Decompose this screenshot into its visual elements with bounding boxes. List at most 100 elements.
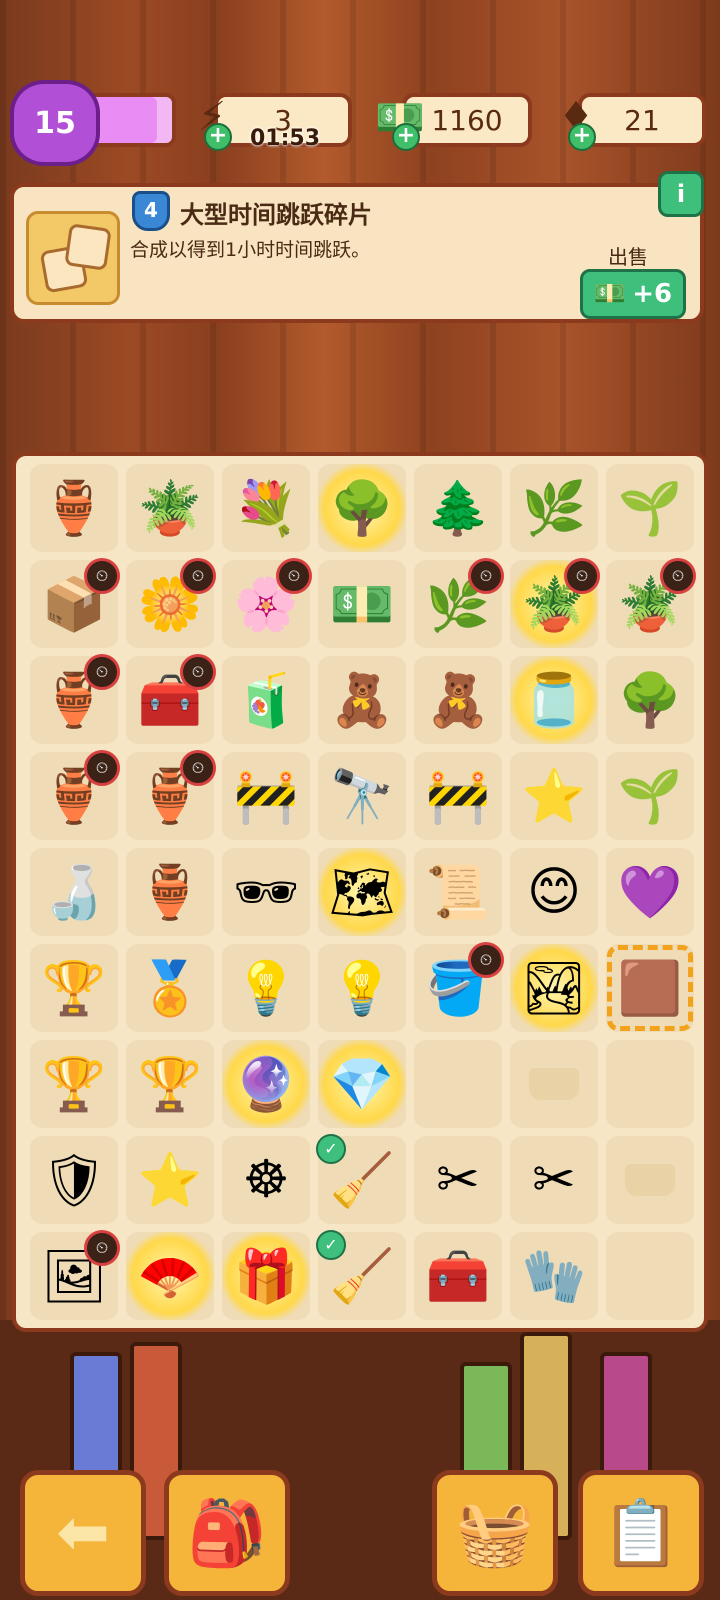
info-button[interactable]: i [658, 171, 704, 217]
board-cell-barrier[interactable]: 🚧 [414, 752, 502, 840]
board-cell-rake[interactable]: 🧹 ✓ [316, 1230, 406, 1320]
board-cell-ornate-vase[interactable]: 🏺 ⏲ [30, 654, 120, 744]
timer-badge-icon: ⏲ [468, 558, 504, 594]
board-cell-glowing-tree-orb[interactable]: 🌳 [318, 464, 406, 552]
cash-icon: 💵 [593, 279, 627, 309]
board-cell-tall-vase[interactable]: 🏺 [126, 848, 214, 936]
board-cell-planted-bush[interactable]: 🌿 ⏲ [414, 558, 504, 648]
board-cell-glowing-map[interactable]: 🗺 [318, 848, 406, 936]
board-cell-cash-pile[interactable]: 💵 [318, 560, 406, 648]
board-cell-sprout-large[interactable]: 🌿 [510, 464, 598, 552]
gem-counter[interactable]: ♦ + 21 [558, 93, 706, 151]
board-cell-star-trophy[interactable]: 🏆 [30, 944, 118, 1032]
checkmark-icon: ✓ [316, 1230, 346, 1260]
pruning-shears-icon: ✂ [436, 1150, 480, 1210]
board-cell-striped-vase[interactable]: 🏺 ⏲ [126, 750, 216, 840]
timer-badge-icon: ⏲ [180, 654, 216, 690]
purple-gem-icon: 💜 [617, 862, 683, 923]
board-cell-purple-gem[interactable]: 💜 [606, 848, 694, 936]
gloves-icon: 🧤 [521, 1246, 587, 1307]
board-cell-bonsai[interactable]: 🌲 [414, 464, 502, 552]
board-cell-broken-pot[interactable]: 🏺 [30, 464, 118, 552]
empty-cell[interactable] [510, 1040, 598, 1128]
board-cell-open-chest[interactable]: 🧰 ⏲ [126, 654, 216, 744]
board-cell-shield-trophy[interactable]: 🛡 [30, 1136, 118, 1224]
empty-cell[interactable] [606, 1232, 694, 1320]
timer-badge-icon: ⏲ [84, 654, 120, 690]
board-cell-glowing-box[interactable]: 🎁 [222, 1232, 310, 1320]
bulb-icon: 💡 [329, 958, 395, 1019]
board-cell-flower-basket[interactable]: 💐 [222, 464, 310, 552]
board-cell-juice-box[interactable]: 🧃 [222, 656, 310, 744]
item-description: 合成以得到1小时时间跳跃。 [130, 239, 371, 261]
crown-placeholder-icon [625, 1164, 675, 1196]
board-cell-bulb[interactable]: 💡 [318, 944, 406, 1032]
board-cell-time-shards[interactable]: 🟫 [606, 944, 694, 1032]
board-cell-glass-bottle[interactable]: 🍶 [30, 848, 118, 936]
board-cell-clay-pot[interactable]: 🪴 [126, 464, 214, 552]
star-award-icon: 🏆 [137, 1054, 203, 1115]
board-cell-pruning-shears[interactable]: ✂ [414, 1136, 502, 1224]
teddy-bear-icon: 🧸 [425, 670, 491, 731]
board-cell-teddy-bear[interactable]: 🧸 [414, 656, 502, 744]
backpack-button[interactable]: 🎒 [164, 1470, 290, 1596]
tasks-button[interactable]: 📋 [578, 1470, 704, 1596]
board-cell-round-vase[interactable]: 🏺 ⏲ [30, 750, 120, 840]
barrier-icon: 🚧 [425, 766, 491, 827]
level-badge[interactable]: 15 [10, 80, 100, 166]
board-cell-binoculars[interactable]: 🔭 [318, 752, 406, 840]
board-cell-teddy-bear-honey[interactable]: 🧸 [318, 656, 406, 744]
board-cell-family-portrait[interactable]: 🖼 ⏲ [30, 1230, 120, 1320]
board-grid: 🏺 🪴 💐 🌳 🌲 🌿 🌱 📦 ⏲ 🌼 ⏲ 🌸 ⏲ 💵 🌿 ⏲ 🪴 ⏲ 🪴 ⏲ 🏺 ⏲ 🧰 ⏲ 🧃 🧸 🧸 🫙 🌳 🏺 ⏲ 🏺 ⏲ 🚧 🔭 🚧 ⭐ 🌱 🍶 🏺… [30, 464, 696, 1320]
sell-button[interactable]: 💵 +6 [580, 269, 686, 319]
board-cell-gloves[interactable]: 🧤 [510, 1232, 598, 1320]
board-cell-glowing-waterfall[interactable]: 🏞 [510, 944, 598, 1032]
board-cell-ship-wheel[interactable]: ☸ [222, 1136, 310, 1224]
board-cell-purple-star[interactable]: ⭐ [510, 752, 598, 840]
board-cell-glowing-flowerpot[interactable]: 🪴 ⏲ [510, 558, 600, 648]
board-cell-sunglasses[interactable]: 🕶 [222, 848, 310, 936]
board-cell-rake[interactable]: 🧹 ✓ [316, 1134, 406, 1224]
add-cash-icon[interactable]: + [392, 123, 420, 151]
timer-badge-icon: ⏲ [180, 558, 216, 594]
board-cell-cauldron[interactable]: 🪣 ⏲ [414, 942, 504, 1032]
potted-tree-icon: 🌳 [617, 670, 683, 731]
board-cell-glowing-crystal[interactable]: 🔮 [222, 1040, 310, 1128]
board-cell-purple-blob[interactable]: 😊 [510, 848, 598, 936]
board-cell-gold-figure[interactable]: 🏆 [30, 1040, 118, 1128]
board-cell-open-box[interactable]: 📦 ⏲ [30, 558, 120, 648]
basket-icon: 🧺 [455, 1496, 535, 1571]
board-cell-flower-bed[interactable]: 🌼 ⏲ [126, 558, 216, 648]
board-cell-toolbox[interactable]: 🧰 [414, 1232, 502, 1320]
time-shards-icon: 🟫 [617, 958, 683, 1019]
board-cell-glowing-gem[interactable]: 💎 [318, 1040, 406, 1128]
empty-cell[interactable] [606, 1040, 694, 1128]
add-gems-icon[interactable]: + [568, 123, 596, 151]
board-cell-glowing-fan[interactable]: 🪭 [126, 1232, 214, 1320]
cash-counter[interactable]: 💵 + 1160 [375, 93, 532, 151]
board-cell-gold-statue[interactable]: 🏅 [126, 944, 214, 1032]
board-cell-flower-bed[interactable]: 🌸 ⏲ [222, 558, 312, 648]
ship-wheel-icon: ☸ [242, 1150, 290, 1210]
back-button[interactable]: ⬅ [20, 1470, 146, 1596]
board-cell-glowing-jar[interactable]: 🫙 [510, 656, 598, 744]
empty-cell[interactable] [414, 1040, 502, 1128]
board-cell-garden-shears[interactable]: ✂ [510, 1136, 598, 1224]
board-cell-seed-packet[interactable]: 📜 [414, 848, 502, 936]
star-trophy-icon: 🏆 [41, 958, 107, 1019]
board-cell-herb-pot[interactable]: 🪴 ⏲ [606, 558, 696, 648]
board-cell-lamp-post[interactable]: 💡 [222, 944, 310, 1032]
toolbox-icon: 🧰 [425, 1246, 491, 1307]
board-cell-sprout-small[interactable]: 🌱 [606, 464, 694, 552]
board-cell-barrier-small[interactable]: 🚧 [222, 752, 310, 840]
board-cell-seedling-pot[interactable]: 🌱 [606, 752, 694, 840]
glowing-map-icon: 🗺 [328, 862, 395, 923]
board-cell-potted-tree[interactable]: 🌳 [606, 656, 694, 744]
empty-cell[interactable] [606, 1136, 694, 1224]
shop-basket-button[interactable]: 🧺 [432, 1470, 558, 1596]
seedling-pot-icon: 🌱 [617, 766, 683, 827]
add-energy-icon[interactable]: + [204, 123, 232, 151]
glowing-box-icon: 🎁 [233, 1246, 299, 1307]
board-cell-crystal-star-trophy[interactable]: ⭐ [126, 1136, 214, 1224]
board-cell-star-award[interactable]: 🏆 [126, 1040, 214, 1128]
